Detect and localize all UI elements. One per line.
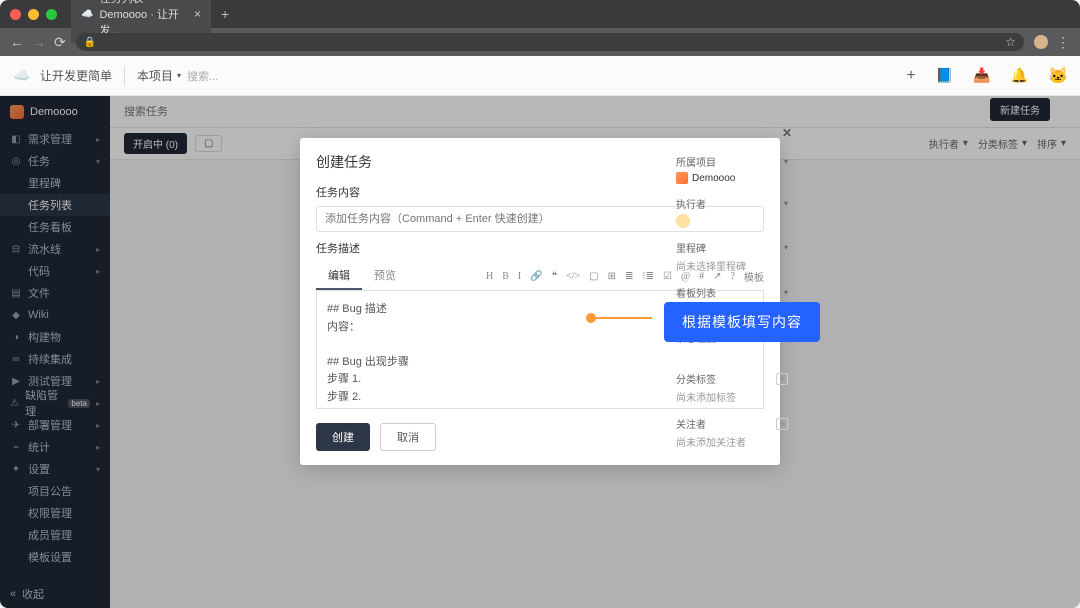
toolbar-btn[interactable]: ☑ [663, 271, 672, 282]
divider [124, 66, 125, 86]
toolbar-btn[interactable]: I [518, 271, 521, 282]
app-header: ☁️ 让开发更简单 本项目 ▾ 搜索... + 📘 📥 🔔 🐱 [0, 56, 1080, 96]
sp-watchers-label: 关注者 [676, 416, 706, 431]
lock-icon: 🔒 [84, 37, 96, 48]
chevron-down-icon[interactable]: ▾ [784, 157, 788, 166]
add-watcher-icon[interactable]: + [776, 418, 788, 430]
editor-tab-preview[interactable]: 预览 [362, 262, 408, 290]
toolbar-btn[interactable]: H [486, 271, 493, 282]
modal-close-icon[interactable]: ✕ [782, 126, 792, 140]
sp-kanban-label: 看板列表 [676, 285, 716, 300]
callout-line [592, 317, 652, 319]
reload-icon[interactable]: ⟳ [54, 34, 66, 51]
chevron-down-icon[interactable]: ▾ [784, 288, 788, 297]
header-inbox-icon[interactable]: 📥 [973, 67, 990, 84]
chevron-down-icon[interactable]: ▾ [784, 243, 788, 252]
header-search[interactable]: 搜索... [187, 68, 218, 84]
browser-menu-icon[interactable]: ⋮ [1056, 34, 1070, 51]
profile-avatar-icon[interactable] [1034, 35, 1048, 49]
nav-forward-icon[interactable]: → [32, 34, 46, 51]
header-plus-icon[interactable]: + [906, 67, 915, 85]
avatar-icon [676, 214, 690, 228]
address-bar: ← → ⟳ 🔒 ☆ ⋮ [0, 28, 1080, 56]
header-docs-icon[interactable]: 📘 [936, 67, 953, 84]
nav-back-icon[interactable]: ← [10, 34, 24, 51]
sp-milestone-value: 尚未选择里程碑 [676, 258, 788, 273]
toolbar-btn[interactable]: B [502, 271, 509, 282]
create-button[interactable]: 创建 [316, 423, 370, 451]
sp-executor-label: 执行者 [676, 196, 706, 211]
sp-milestone-label: 里程碑 [676, 240, 706, 255]
url-field[interactable]: 🔒 ☆ [76, 33, 1024, 51]
browser-titlebar: ☁️ 任务列表 - Demoooo · 让开发... × + [0, 0, 1080, 28]
toolbar-btn[interactable]: 🔗 [530, 271, 542, 282]
sp-project-label: 所属项目 [676, 154, 716, 169]
sp-executor-value[interactable] [676, 214, 788, 228]
brand-logo-icon[interactable]: ☁️ [12, 66, 32, 86]
toolbar-btn[interactable]: ▢ [589, 271, 598, 282]
close-window-dot[interactable] [10, 9, 21, 20]
header-bell-icon[interactable]: 🔔 [1011, 67, 1028, 84]
bookmark-star-icon[interactable]: ☆ [1005, 35, 1016, 49]
project-icon [676, 172, 688, 184]
editor-tab-edit[interactable]: 编辑 [316, 262, 362, 290]
sp-project-value[interactable]: Demoooo [676, 172, 788, 184]
tab-close-icon[interactable]: × [194, 7, 201, 21]
chevron-down-icon: ▾ [177, 71, 181, 80]
cancel-button[interactable]: 取消 [380, 423, 436, 451]
traffic-lights [10, 9, 57, 20]
add-label-icon[interactable]: + [776, 373, 788, 385]
toolbar-btn[interactable]: ≣ [625, 271, 633, 282]
toolbar-btn[interactable]: ❝ [552, 271, 557, 282]
maximize-window-dot[interactable] [46, 9, 57, 20]
callout-bubble: 根据模板填写内容 [664, 302, 820, 342]
new-tab-button[interactable]: + [221, 6, 229, 22]
sp-labels-value: 尚未添加标签 [676, 389, 788, 404]
header-avatar-icon[interactable]: 🐱 [1048, 66, 1068, 86]
toolbar-btn[interactable]: ⊞ [608, 271, 616, 282]
project-dropdown[interactable]: 本项目 ▾ [137, 67, 181, 84]
toolbar-btn[interactable]: </> [566, 271, 580, 282]
brand-slogan: 让开发更简单 [40, 67, 112, 84]
sp-labels-label: 分类标签 [676, 371, 716, 386]
sp-watchers-value: 尚未添加关注者 [676, 434, 788, 449]
minimize-window-dot[interactable] [28, 9, 39, 20]
chevron-down-icon[interactable]: ▾ [784, 199, 788, 208]
toolbar-btn[interactable]: ⁝≣ [642, 271, 654, 282]
